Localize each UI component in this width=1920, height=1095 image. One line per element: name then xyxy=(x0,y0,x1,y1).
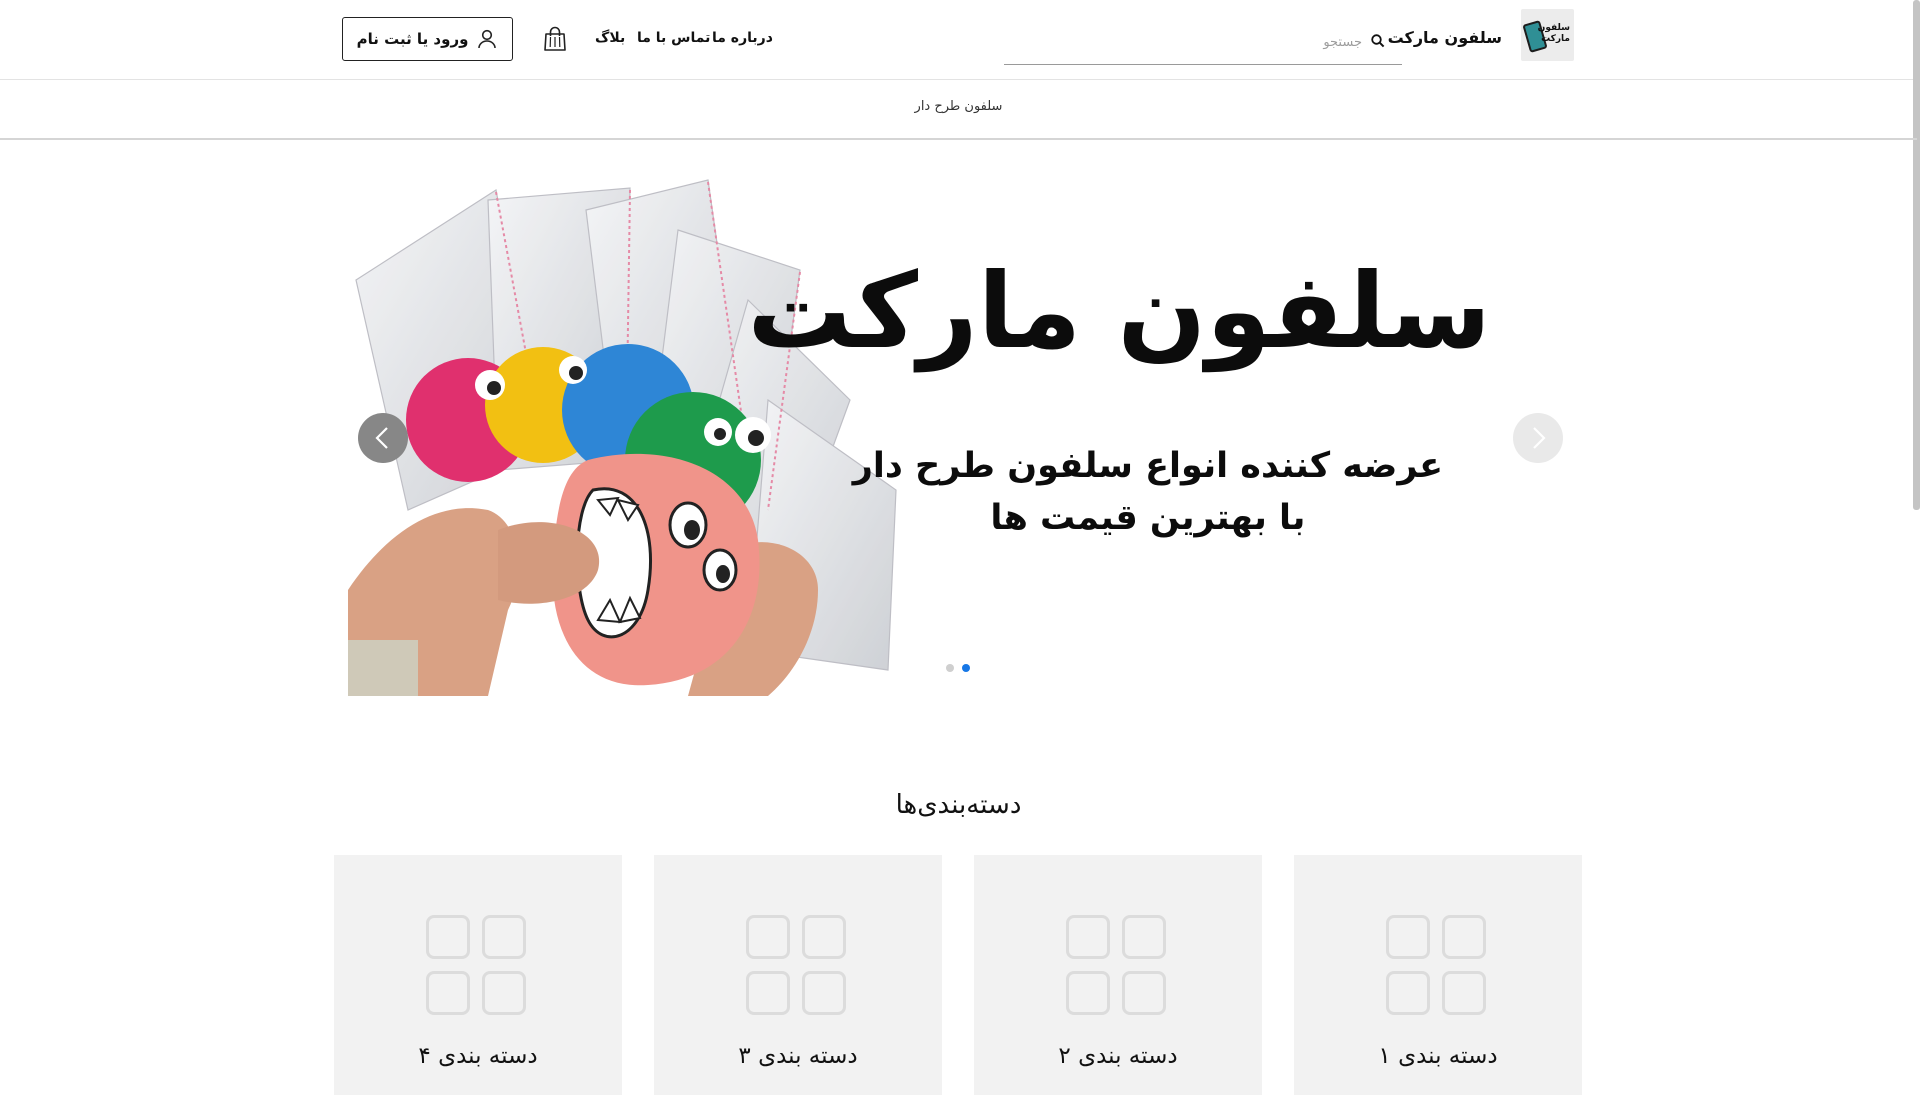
slider-pagination xyxy=(946,664,970,672)
menu-item-patterned-cellophane[interactable]: سلفون طرح دار xyxy=(0,99,1917,114)
site-logo[interactable]: سلفون مارکت xyxy=(1521,9,1574,61)
category-label: دسته بندی ۲ xyxy=(974,1043,1262,1069)
search-input[interactable] xyxy=(1040,28,1364,56)
slider-next-button[interactable] xyxy=(1513,413,1563,463)
brand-name[interactable]: سلفون مارکت xyxy=(1388,28,1502,47)
category-label: دسته بندی ۱ xyxy=(1294,1043,1582,1069)
nav-blog[interactable]: بلاگ xyxy=(595,30,625,46)
category-card-1[interactable]: دسته بندی ۱ xyxy=(1294,855,1582,1095)
search-icon[interactable] xyxy=(1368,31,1388,51)
hero-image xyxy=(348,170,900,696)
grid-icon xyxy=(1386,915,1490,1019)
nav-about[interactable]: درباره ما xyxy=(712,30,773,46)
slider-dot-1[interactable] xyxy=(946,664,954,672)
category-card-2[interactable]: دسته بندی ۲ xyxy=(974,855,1262,1095)
chevron-left-icon xyxy=(373,426,393,450)
category-card-3[interactable]: دسته بندی ۳ xyxy=(654,855,942,1095)
shopping-bag-icon[interactable] xyxy=(541,25,569,53)
grid-icon xyxy=(426,915,530,1019)
chevron-right-icon xyxy=(1528,426,1548,450)
user-icon xyxy=(476,28,498,50)
hero-title: سلفون مارکت xyxy=(747,250,1491,372)
login-register-button[interactable]: ورود یا ثبت نام xyxy=(342,17,513,61)
nav-contact[interactable]: تماس با ما xyxy=(637,30,710,46)
categories-heading: دسته‌بندی‌ها xyxy=(0,790,1917,820)
login-button-label: ورود یا ثبت نام xyxy=(357,30,469,48)
logo-text: سلفون مارکت xyxy=(1540,23,1570,45)
hero-subtitle-line-1: عرضه کننده انواع سلفون طرح دار xyxy=(853,440,1443,492)
slider-prev-button[interactable] xyxy=(358,413,408,463)
category-label: دسته بندی ۴ xyxy=(334,1043,622,1069)
category-menu-bar: سلفون طرح دار xyxy=(0,80,1917,140)
hero-slider: سلفون مارکت عرضه کننده انواع سلفون طرح د… xyxy=(348,170,1571,696)
search-box xyxy=(1004,22,1402,65)
grid-icon xyxy=(1066,915,1170,1019)
hero-photo-illustration xyxy=(348,170,900,696)
grid-icon xyxy=(746,915,850,1019)
site-header: سلفون مارکت سلفون مارکت درباره ما تماس ب… xyxy=(0,0,1917,80)
category-card-4[interactable]: دسته بندی ۴ xyxy=(334,855,622,1095)
page-scrollbar[interactable] xyxy=(1913,0,1920,510)
category-label: دسته بندی ۳ xyxy=(654,1043,942,1069)
hero-subtitle-line-2: با بهترین قیمت ها xyxy=(853,492,1443,544)
hero-subtitle: عرضه کننده انواع سلفون طرح دار با بهترین… xyxy=(853,440,1443,544)
slider-dot-2[interactable] xyxy=(962,664,970,672)
